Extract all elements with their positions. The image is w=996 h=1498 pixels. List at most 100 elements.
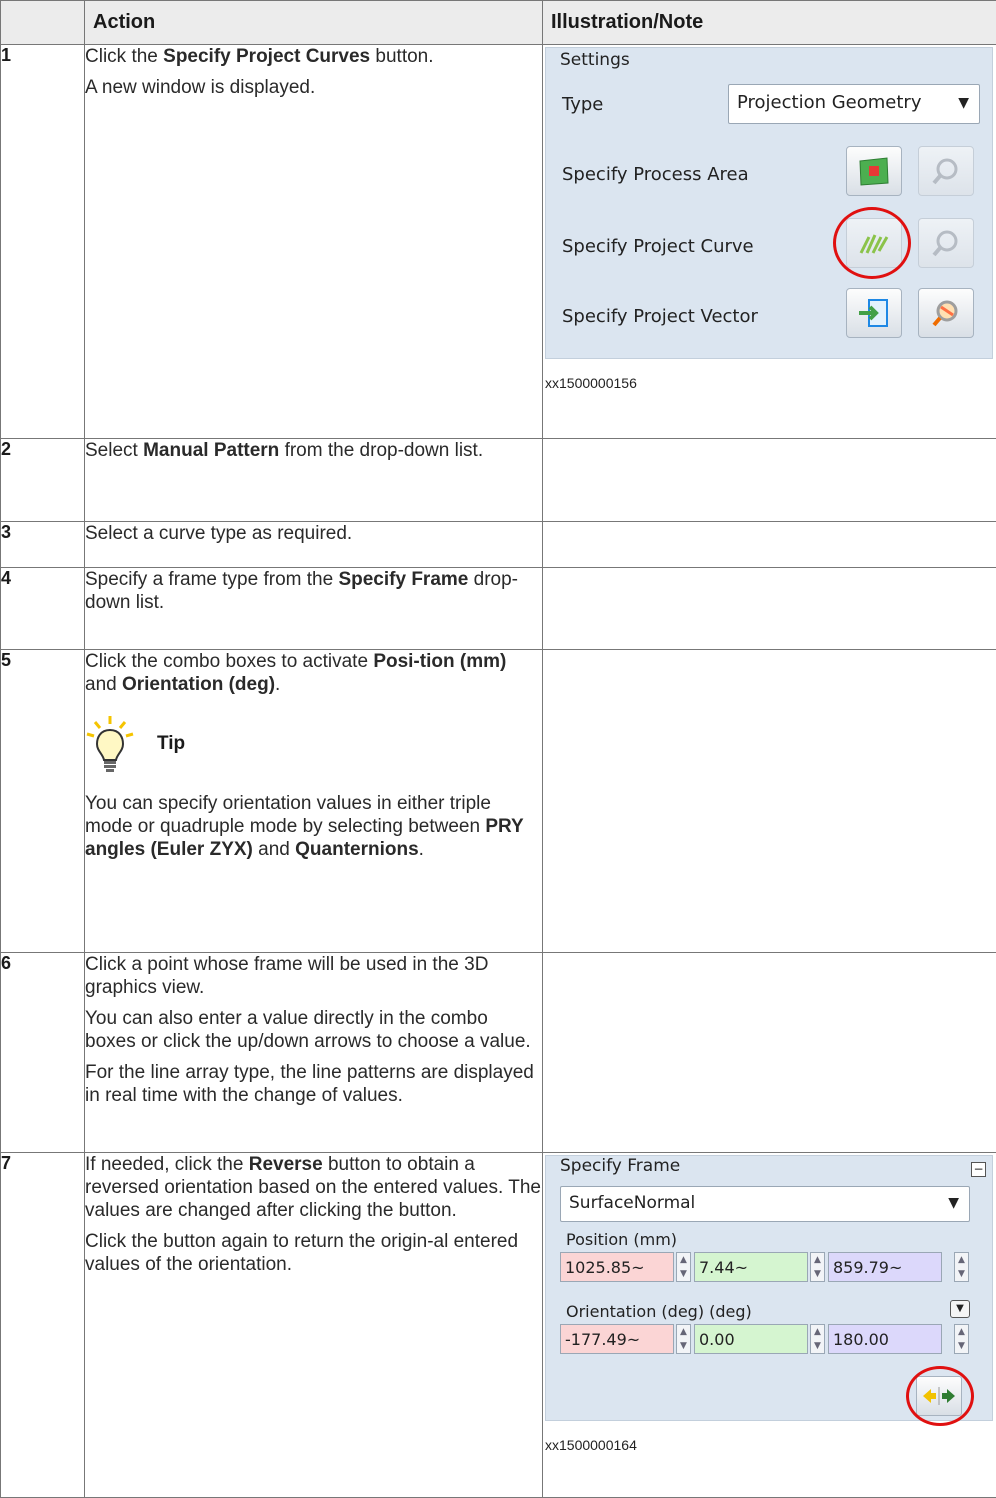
dropdown-arrow-icon: ▼ — [948, 1195, 959, 1211]
orientation-y-spinner[interactable]: ▲▼ — [810, 1324, 825, 1354]
collapse-icon[interactable]: − — [971, 1162, 986, 1177]
text-run: If needed, click the — [85, 1154, 249, 1175]
dropdown-arrow-icon: ▼ — [958, 95, 969, 111]
illustration-cell — [543, 568, 996, 650]
table-row: 3 Select a curve type as required. — [1, 522, 996, 568]
type-label: Type — [562, 94, 603, 115]
header-row: Action Illustration/Note — [1, 1, 996, 45]
type-value: Projection Geometry — [737, 92, 921, 113]
process-area-select-button[interactable] — [918, 146, 974, 196]
text-run: Select — [85, 440, 143, 461]
action-text: For the line array type, the line patter… — [85, 1061, 542, 1107]
position-y-spinner[interactable]: ▲▼ — [810, 1252, 825, 1282]
orientation-x-spinner[interactable]: ▲▼ — [676, 1324, 691, 1354]
text-run: . — [419, 839, 424, 860]
text-run: Specify a frame type from the — [85, 569, 338, 590]
position-x-spinner[interactable]: ▲▼ — [676, 1252, 691, 1282]
action-cell: If needed, click the Reverse button to o… — [85, 1153, 543, 1498]
procedure-table: Action Illustration/Note 1 Click the Spe… — [0, 0, 996, 1498]
project-vector-select-button[interactable] — [918, 288, 974, 338]
process-area-label: Specify Process Area — [562, 164, 749, 185]
action-text: Click a point whose frame will be used i… — [85, 953, 542, 999]
tip-block: Tip — [85, 714, 542, 774]
text-run: button. — [370, 46, 433, 67]
text-run: . — [275, 674, 280, 695]
lightbulb-icon — [85, 714, 135, 774]
step-number: 5 — [1, 650, 85, 953]
settings-panel: Settings Type Projection Geometry ▼ Spec… — [545, 47, 993, 359]
action-text: Specify a frame type from the Specify Fr… — [85, 568, 542, 614]
orientation-z-field[interactable]: 180.00 — [828, 1324, 942, 1354]
orientation-mode-icon[interactable]: ▼ — [950, 1300, 970, 1318]
orientation-x-field[interactable]: -177.49~ — [560, 1324, 674, 1354]
illustration-cell: Specify Frame − SurfaceNormal ▼ Position… — [543, 1153, 996, 1498]
text-run: Click the combo boxes to activate — [85, 651, 373, 672]
table-row: 2 Select Manual Pattern from the drop-do… — [1, 439, 996, 522]
project-vector-label: Specify Project Vector — [562, 306, 758, 327]
settings-legend: Settings — [560, 50, 630, 70]
action-text: You can also enter a value directly in t… — [85, 1007, 542, 1053]
text-emphasis: Quanternions — [295, 839, 419, 860]
action-text: If needed, click the Reverse button to o… — [85, 1153, 542, 1222]
text-emphasis: Specify Frame — [338, 569, 468, 590]
action-text: A new window is displayed. — [85, 76, 542, 99]
specify-project-vector-button[interactable] — [846, 288, 902, 338]
orientation-z-spinner[interactable]: ▲▼ — [954, 1324, 969, 1354]
text-run: from the drop-down list. — [279, 440, 483, 461]
project-curve-label: Specify Project Curve — [562, 236, 754, 257]
illustration-cell — [543, 439, 996, 522]
magnifier-color-icon — [930, 297, 962, 329]
table-row: 6 Click a point whose frame will be used… — [1, 953, 996, 1153]
orientation-label: Orientation (deg) (deg) — [566, 1302, 752, 1321]
action-text: Click the combo boxes to activate Posi-t… — [85, 650, 542, 696]
step-number: 6 — [1, 953, 85, 1153]
text-emphasis: Posi-tion (mm) — [373, 651, 506, 672]
specify-frame-panel: Specify Frame − SurfaceNormal ▼ Position… — [545, 1155, 993, 1421]
step-number: 3 — [1, 522, 85, 568]
illustration-cell — [543, 953, 996, 1153]
position-y-field[interactable]: 7.44~ — [694, 1252, 808, 1282]
project-curve-select-button[interactable] — [918, 218, 974, 268]
table-row: 1 Click the Specify Project Curves butto… — [1, 45, 996, 439]
text-run: and — [85, 674, 122, 695]
magnifier-icon — [930, 227, 962, 259]
action-cell: Click a point whose frame will be used i… — [85, 953, 543, 1153]
action-text: Select a curve type as required. — [85, 522, 542, 545]
action-text: Select Manual Pattern from the drop-down… — [85, 439, 542, 462]
action-cell: Click the combo boxes to activate Posi-t… — [85, 650, 543, 953]
highlight-circle — [906, 1366, 974, 1426]
illustration-cell — [543, 650, 996, 953]
frame-type-dropdown[interactable]: SurfaceNormal ▼ — [560, 1186, 970, 1222]
table-row: 7 If needed, click the Reverse button to… — [1, 1153, 996, 1498]
text-run: and — [253, 839, 295, 860]
action-cell: Select a curve type as required. — [85, 522, 543, 568]
step-number: 2 — [1, 439, 85, 522]
figure-caption: xx1500000164 — [545, 1437, 996, 1453]
frame-legend: Specify Frame — [560, 1156, 680, 1176]
table-row: 4 Specify a frame type from the Specify … — [1, 568, 996, 650]
magnifier-icon — [930, 155, 962, 187]
text-emphasis: Orientation (deg) — [122, 674, 275, 695]
step-number: 7 — [1, 1153, 85, 1498]
position-label: Position (mm) — [566, 1230, 677, 1249]
highlight-circle — [833, 207, 911, 279]
note-header: Illustration/Note — [543, 1, 996, 45]
type-dropdown[interactable]: Projection Geometry ▼ — [728, 84, 980, 124]
step-header — [1, 1, 85, 45]
position-x-field[interactable]: 1025.85~ — [560, 1252, 674, 1282]
text-emphasis: Manual Pattern — [143, 440, 279, 461]
import-arrow-icon — [857, 297, 891, 329]
position-z-field[interactable]: 859.79~ — [828, 1252, 942, 1282]
process-area-icon — [857, 155, 891, 187]
action-text: Click the Specify Project Curves button. — [85, 45, 542, 68]
position-z-spinner[interactable]: ▲▼ — [954, 1252, 969, 1282]
text-emphasis: Specify Project Curves — [163, 46, 370, 67]
text-emphasis: Reverse — [249, 1154, 323, 1175]
frame-type-value: SurfaceNormal — [569, 1193, 695, 1213]
specify-process-area-button[interactable] — [846, 146, 902, 196]
action-cell: Click the Specify Project Curves button.… — [85, 45, 543, 439]
orientation-y-field[interactable]: 0.00 — [694, 1324, 808, 1354]
action-header: Action — [85, 1, 543, 45]
action-text: Click the button again to return the ori… — [85, 1230, 542, 1276]
step-number: 1 — [1, 45, 85, 439]
